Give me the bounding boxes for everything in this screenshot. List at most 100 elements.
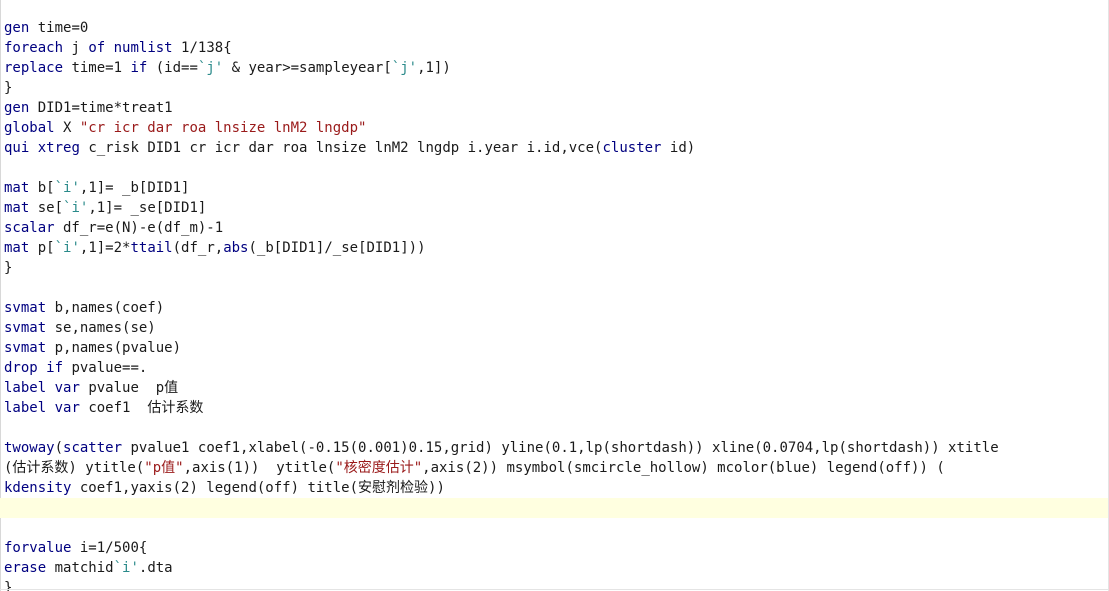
- code-token-plain: ,1]= _se[DID1]: [88, 200, 207, 216]
- code-line[interactable]: twoway(scatter pvalue1 coef1,xlabel(-0.1…: [4, 438, 1104, 458]
- code-line[interactable]: mat se[`i',1]= _se[DID1]: [4, 198, 1104, 218]
- code-token-kw: gen: [4, 20, 30, 36]
- code-token-kw: var: [54, 400, 80, 416]
- code-token-plain: j: [63, 40, 89, 56]
- code-token-kw: cluster: [602, 140, 662, 156]
- code-token-kw: forvalue: [4, 540, 72, 556]
- code-token-plain: b[: [29, 180, 55, 196]
- code-token-kw: kdensity: [4, 480, 72, 496]
- code-token-plain: df_r=e(N)-e(df_m)-1: [54, 220, 224, 236]
- code-token-plain: matchid: [46, 560, 114, 576]
- code-line[interactable]: label var pvalue p值: [4, 378, 1104, 398]
- code-line[interactable]: [4, 518, 1104, 538]
- code-line[interactable]: }: [4, 258, 1104, 278]
- code-area[interactable]: gen time=0 foreach j of numlist 1/138{rep…: [0, 18, 1108, 591]
- code-editor[interactable]: gen time=0 foreach j of numlist 1/138{rep…: [0, 0, 1109, 591]
- code-token-plain: ,1]): [417, 60, 451, 76]
- code-token-fn: abs: [223, 240, 249, 256]
- code-token-plain: pvalue p值: [79, 380, 179, 396]
- code-line[interactable]: mat p[`i',1]=2*ttail(df_r,abs(_b[DID1]/_…: [4, 238, 1104, 258]
- code-line[interactable]: global X "cr icr dar roa lnsize lnM2 lng…: [4, 118, 1104, 138]
- code-line-current[interactable]: [0, 498, 1108, 518]
- code-token-str: "cr icr dar roa lnsize lnM2 lngdp": [79, 120, 367, 136]
- code-token-plain: coef1 估计系数: [79, 400, 204, 416]
- code-token-plain: (df_r,: [172, 240, 224, 256]
- code-token-plain: pvalue==.: [63, 360, 148, 376]
- code-token-macro: `j': [197, 60, 224, 76]
- code-token-plain: coef1,yaxis(2) legend(off) title(安慰剂检验)): [71, 480, 445, 496]
- code-token-plain: X: [54, 120, 80, 136]
- code-line[interactable]: gen DID1=time*treat1: [4, 98, 1104, 118]
- code-token-plain: time=1: [63, 60, 131, 76]
- code-line[interactable]: [4, 158, 1104, 178]
- code-token-macro: `i': [54, 240, 80, 256]
- code-token-kw: drop: [4, 360, 38, 376]
- code-token-kw: numlist: [113, 40, 173, 56]
- code-token-kw: svmat: [4, 300, 47, 316]
- code-token-plain: & year>=sampleyear[: [223, 60, 392, 76]
- editor-bottom-border: [0, 589, 1109, 590]
- code-token-kw: svmat: [4, 320, 47, 336]
- code-token-macro: `i': [63, 200, 89, 216]
- code-token-plain: .dta: [138, 560, 173, 576]
- code-token-plain: }: [4, 80, 13, 96]
- code-token-macro: `i': [54, 180, 80, 196]
- code-line[interactable]: forvalue i=1/500{: [4, 538, 1104, 558]
- code-line[interactable]: svmat se,names(se): [4, 318, 1104, 338]
- code-token-kw: if: [130, 60, 148, 76]
- code-token-kw: replace: [4, 60, 64, 76]
- code-token-kw: erase: [4, 560, 47, 576]
- code-line[interactable]: (估计系数) ytitle("p值",axis(1)) ytitle("核密度估…: [4, 458, 1104, 478]
- code-token-kw: qui: [4, 140, 30, 156]
- code-token-kw: scalar: [4, 220, 55, 236]
- code-token-plain: i=1/500{: [71, 540, 148, 556]
- code-token-plain: ,1]=2*: [79, 240, 131, 256]
- code-token-kw: global: [4, 120, 55, 136]
- code-token-kw: of: [88, 40, 106, 56]
- code-token-plain: id): [661, 140, 696, 156]
- code-token-kw: scatter: [63, 440, 123, 456]
- code-line[interactable]: [4, 278, 1104, 298]
- code-line[interactable]: mat b[`i',1]= _b[DID1]: [4, 178, 1104, 198]
- code-line[interactable]: [4, 418, 1104, 438]
- code-token-fn: ttail: [130, 240, 173, 256]
- code-line[interactable]: replace time=1 if (id==`j' & year>=sampl…: [4, 58, 1104, 78]
- code-token-str: "p值": [144, 460, 184, 476]
- code-token-plain: ,axis(1)) ytitle(: [183, 460, 336, 476]
- code-line[interactable]: svmat b,names(coef): [4, 298, 1104, 318]
- code-token-plain: p[: [29, 240, 55, 256]
- code-line[interactable]: }: [4, 78, 1104, 98]
- code-line[interactable]: kdensity coef1,yaxis(2) legend(off) titl…: [4, 478, 1104, 498]
- code-token-plain: se,names(se): [46, 320, 156, 336]
- code-token-plain: (_b[DID1]/_se[DID1])): [248, 240, 426, 256]
- code-token-macro: `i': [113, 560, 139, 576]
- code-line[interactable]: scalar df_r=e(N)-e(df_m)-1: [4, 218, 1104, 238]
- code-line[interactable]: label var coef1 估计系数: [4, 398, 1104, 418]
- code-token-kw: foreach: [4, 40, 64, 56]
- code-line[interactable]: foreach j of numlist 1/138{: [4, 38, 1104, 58]
- code-line[interactable]: svmat p,names(pvalue): [4, 338, 1104, 358]
- code-token-plain: b,names(coef): [46, 300, 165, 316]
- code-token-kw: mat: [4, 200, 30, 216]
- code-line[interactable]: drop if pvalue==.: [4, 358, 1104, 378]
- code-token-plain: c_risk DID1 cr icr dar roa lnsize lnM2 l…: [79, 140, 603, 156]
- code-token-str: "核密度估计": [335, 460, 423, 476]
- code-line[interactable]: erase matchid`i'.dta: [4, 558, 1104, 578]
- code-line[interactable]: gen time=0: [4, 18, 1104, 38]
- code-token-plain: (id==: [147, 60, 198, 76]
- code-token-kw: xtreg: [37, 140, 80, 156]
- code-token-macro: `j': [391, 60, 418, 76]
- code-token-kw: svmat: [4, 340, 47, 356]
- code-token-plain: ,axis(2)) msymbol(smcircle_hollow) mcolo…: [422, 460, 945, 476]
- code-token-plain: }: [4, 260, 13, 276]
- code-token-plain: ,1]= _b[DID1]: [79, 180, 190, 196]
- code-line[interactable]: qui xtreg c_risk DID1 cr icr dar roa lns…: [4, 138, 1104, 158]
- code-token-plain: (: [54, 440, 64, 456]
- code-token-plain: (估计系数) ytitle(: [4, 460, 145, 476]
- code-token-plain: 1/138{: [172, 40, 232, 56]
